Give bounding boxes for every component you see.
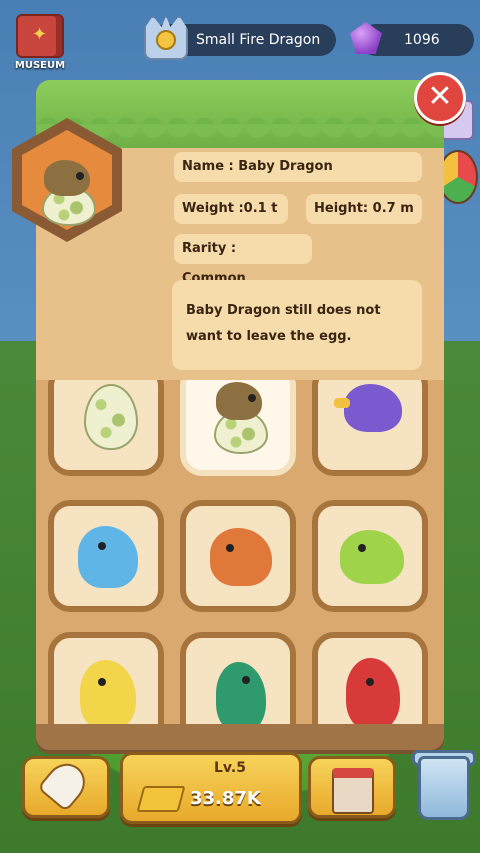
eye-icon: [366, 678, 374, 686]
gold-bar-icon: [136, 786, 186, 812]
blue-dino-icon: [78, 526, 138, 588]
grid-cell-egg[interactable]: [48, 380, 164, 476]
eye-icon: [358, 544, 366, 552]
green-dino-icon: [340, 530, 404, 584]
museum-button[interactable]: MUSEUM: [10, 14, 70, 71]
teal-dino-icon: [216, 662, 266, 724]
close-button[interactable]: ✕: [414, 72, 466, 124]
baby-dragon-icon: [216, 382, 262, 420]
height-field: Height: 0.7 m: [306, 194, 422, 224]
panel-footer: [36, 724, 444, 750]
side-wheel-icon[interactable]: [438, 150, 478, 204]
orange-dino-icon: [210, 528, 272, 586]
description-box: Baby Dragon still does not want to leave…: [172, 280, 422, 370]
eye-icon: [98, 678, 106, 686]
gem-count: 1096: [404, 32, 440, 48]
rarity-field: Rarity : Common: [174, 234, 312, 286]
close-icon: ✕: [427, 79, 453, 114]
name-field: Name : Baby Dragon: [174, 152, 422, 182]
level-label: Lv.5: [214, 760, 246, 776]
trash-can-icon[interactable]: [418, 756, 470, 820]
dragon-title: Small Fire Dragon: [196, 32, 321, 48]
crown-gem-icon: [156, 30, 176, 50]
grid-cell-red-dragon[interactable]: [312, 632, 428, 724]
eye-icon: [248, 394, 256, 402]
beak-icon: [334, 398, 350, 408]
eye-icon: [242, 676, 250, 684]
collection-grid: [36, 380, 444, 724]
grid-cell-orange-dino[interactable]: [180, 500, 296, 612]
purple-bird-dragon-icon: [344, 384, 402, 432]
grid-cell-blue-dino[interactable]: [48, 500, 164, 612]
book-icon: [16, 14, 64, 58]
grid-cell-purple-bird-dragon[interactable]: [312, 380, 428, 476]
grid-cell-green-dino[interactable]: [312, 500, 428, 612]
grid-cell-baby-dragon[interactable]: [180, 380, 296, 476]
description-line-1: Baby Dragon still does not: [186, 303, 381, 318]
eye-icon: [98, 542, 106, 550]
grid-cell-yellow-dino[interactable]: [48, 632, 164, 724]
egg-icon: [84, 384, 138, 450]
museum-label: MUSEUM: [14, 60, 66, 71]
shop-icon: [332, 768, 374, 814]
grid-cell-teal-dino[interactable]: [180, 632, 296, 724]
red-dragon-icon: [346, 658, 400, 724]
eye-icon: [76, 172, 84, 180]
description-line-2: want to leave the egg.: [186, 329, 352, 344]
eye-icon: [226, 544, 234, 552]
yellow-dino-icon: [80, 660, 136, 724]
coin-cost: 33.87K: [190, 788, 261, 809]
weight-field: Weight :0.1 t: [174, 194, 288, 224]
